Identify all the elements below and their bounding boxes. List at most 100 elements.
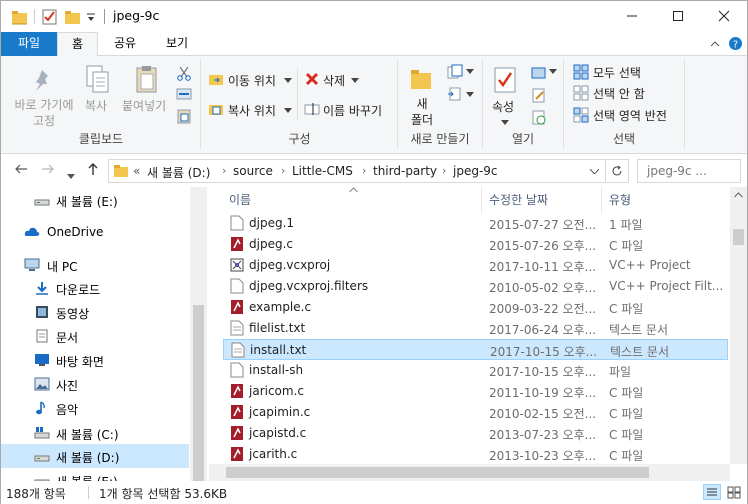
- column-header-type[interactable]: 유형: [609, 187, 631, 213]
- chevron-down-icon: [284, 78, 292, 83]
- file-row[interactable]: jaricom.c 2011-10-19 오후... C 파일: [223, 381, 728, 402]
- nav-scrollbar-thumb[interactable]: [193, 305, 204, 481]
- close-icon: [718, 10, 730, 22]
- details-view-icon[interactable]: [703, 484, 721, 500]
- maximize-button[interactable]: [655, 1, 701, 31]
- column-header-date[interactable]: 수정한 날짜: [489, 187, 548, 213]
- list-vertical-scrollbar-thumb[interactable]: [733, 229, 744, 245]
- nav-item-music[interactable]: 음악: [1, 396, 189, 420]
- select-none-button[interactable]: 선택 안 함: [593, 85, 645, 102]
- tab-share[interactable]: 공유: [101, 32, 149, 56]
- column-divider[interactable]: [481, 187, 482, 213]
- qa-customize-icon[interactable]: [85, 8, 97, 26]
- easy-access-icon[interactable]: [447, 86, 463, 102]
- search-box[interactable]: jpeg-9c ...: [637, 159, 741, 183]
- address-dropdown-icon[interactable]: [590, 169, 599, 174]
- nav-item-drive-d[interactable]: 새 볼륨 (D:): [1, 444, 189, 468]
- breadcrumb-separator-icon[interactable]: ›: [442, 164, 446, 177]
- breadcrumb-third-party[interactable]: third-party: [373, 164, 437, 178]
- title-bar: jpeg-9c: [1, 1, 747, 32]
- breadcrumb-jpeg-9c[interactable]: jpeg-9c: [453, 164, 498, 178]
- list-horizontal-scrollbar[interactable]: [209, 464, 730, 481]
- pin-quick-access-button[interactable]: 바로 가기에 고정: [9, 97, 79, 129]
- breadcrumb-overflow[interactable]: «: [133, 164, 140, 178]
- nav-item-drive-c[interactable]: 새 볼륨 (C:): [1, 421, 189, 445]
- file-row[interactable]: jcapistd.c 2013-07-23 오후... C 파일: [223, 423, 728, 444]
- column-divider[interactable]: [601, 187, 602, 213]
- file-row[interactable]: install-sh 2017-10-15 오후... 파일: [223, 360, 728, 381]
- minimize-button[interactable]: [609, 1, 655, 31]
- folder-icon[interactable]: [11, 8, 29, 26]
- breadcrumb-drive[interactable]: 새 볼륨 (D:): [147, 164, 210, 181]
- properties-button[interactable]: 속성: [492, 98, 514, 115]
- copy-button[interactable]: 복사: [85, 97, 107, 114]
- paste-button[interactable]: 붙여넣기: [122, 97, 166, 114]
- tab-home[interactable]: 홈: [57, 32, 98, 57]
- address-bar[interactable]: « 새 볼륨 (D:) › source › Little-CMS › thir…: [108, 159, 629, 183]
- chevron-down-icon: [67, 174, 75, 179]
- forward-button[interactable]: [41, 163, 55, 179]
- nav-scrollbar[interactable]: [190, 187, 207, 481]
- nav-item-this-pc[interactable]: 내 PC: [1, 253, 189, 277]
- recent-locations-button[interactable]: [67, 167, 75, 183]
- select-none-icon: [573, 85, 589, 101]
- large-icons-view-icon[interactable]: [725, 484, 743, 500]
- properties-check-icon[interactable]: [41, 8, 59, 26]
- breadcrumb-little-cms[interactable]: Little-CMS: [292, 164, 353, 178]
- nav-item-drive-e[interactable]: 새 볼륨 (E:): [1, 468, 189, 481]
- help-icon[interactable]: ?: [728, 36, 743, 51]
- nav-item-desktop[interactable]: 바탕 화면: [1, 348, 189, 372]
- file-row[interactable]: jcapimin.c 2010-02-15 오전... C 파일: [223, 402, 728, 423]
- explorer-window: jpeg-9c 파일 홈 공유 보기 ? 바로 가기에 고정 복사 붙여넣기 클…: [0, 0, 748, 504]
- tab-view[interactable]: 보기: [153, 32, 201, 56]
- vcxproj-icon: [230, 258, 244, 272]
- open-icon[interactable]: [531, 64, 547, 80]
- text-file-icon: [231, 342, 245, 358]
- delete-button[interactable]: 삭제: [323, 72, 345, 89]
- collapse-ribbon-icon[interactable]: [709, 38, 721, 50]
- close-button[interactable]: [701, 1, 747, 31]
- breadcrumb-separator-icon[interactable]: ›: [362, 164, 366, 177]
- history-icon[interactable]: [531, 109, 547, 125]
- select-all-button[interactable]: 모두 선택: [593, 64, 641, 81]
- breadcrumb-source[interactable]: source: [233, 164, 273, 178]
- copy-to-button[interactable]: 복사 위치: [228, 102, 276, 119]
- clipboard-group-label: 클립보드: [78, 132, 124, 146]
- file-row-selected[interactable]: install.txt 2017-10-15 오후... 텍스트 문서: [223, 339, 728, 360]
- nav-item-downloads[interactable]: 다운로드: [1, 276, 189, 300]
- scroll-up-icon[interactable]: [734, 192, 743, 198]
- sort-ascending-icon: [349, 187, 358, 193]
- rename-button[interactable]: 이름 바꾸기: [323, 102, 382, 119]
- move-to-button[interactable]: 이동 위치: [228, 72, 276, 89]
- nav-item-pictures[interactable]: 사진: [1, 372, 189, 396]
- picture-icon: [34, 377, 50, 391]
- file-row[interactable]: djpeg.vcxproj.filters 2010-05-02 오후... V…: [223, 276, 728, 297]
- file-row[interactable]: filelist.txt 2017-06-24 오후... 텍스트 문서: [223, 318, 728, 339]
- new-folder-icon[interactable]: [64, 8, 82, 26]
- file-row[interactable]: example.c 2009-03-22 오전... C 파일: [223, 297, 728, 318]
- list-horizontal-scrollbar-thumb[interactable]: [226, 467, 649, 478]
- tab-file[interactable]: 파일: [1, 32, 57, 56]
- up-button[interactable]: [87, 162, 99, 180]
- list-vertical-scrollbar[interactable]: [730, 187, 747, 464]
- new-folder-button[interactable]: 새 폴더: [409, 96, 435, 128]
- back-button[interactable]: [14, 163, 28, 179]
- edit-icon[interactable]: [531, 87, 547, 103]
- nav-item-videos[interactable]: 동영상: [1, 300, 189, 324]
- invert-selection-button[interactable]: 선택 영역 반전: [593, 107, 667, 124]
- column-header-name[interactable]: 이름: [229, 187, 251, 213]
- nav-item-drive-e[interactable]: 새 볼륨 (E:): [1, 188, 189, 212]
- file-row[interactable]: djpeg.vcxproj 2017-10-11 오후... VC++ Proj…: [223, 255, 728, 276]
- file-row[interactable]: djpeg.c 2015-07-26 오후... C 파일: [223, 234, 728, 255]
- new-item-icon[interactable]: [447, 64, 463, 80]
- breadcrumb-separator-icon[interactable]: ›: [222, 164, 226, 177]
- file-row[interactable]: djpeg.1 2015-07-27 오전... 1 파일: [223, 213, 728, 234]
- nav-item-documents[interactable]: 문서: [1, 324, 189, 348]
- paste-shortcut-icon[interactable]: [176, 108, 192, 124]
- cut-icon[interactable]: [176, 65, 192, 81]
- copy-path-icon[interactable]: [176, 87, 192, 101]
- refresh-icon[interactable]: [611, 165, 623, 177]
- file-row[interactable]: jcarith.c 2013-10-23 오후... C 파일: [223, 444, 728, 465]
- nav-item-onedrive[interactable]: OneDrive: [1, 220, 189, 244]
- breadcrumb-separator-icon[interactable]: ›: [281, 164, 285, 177]
